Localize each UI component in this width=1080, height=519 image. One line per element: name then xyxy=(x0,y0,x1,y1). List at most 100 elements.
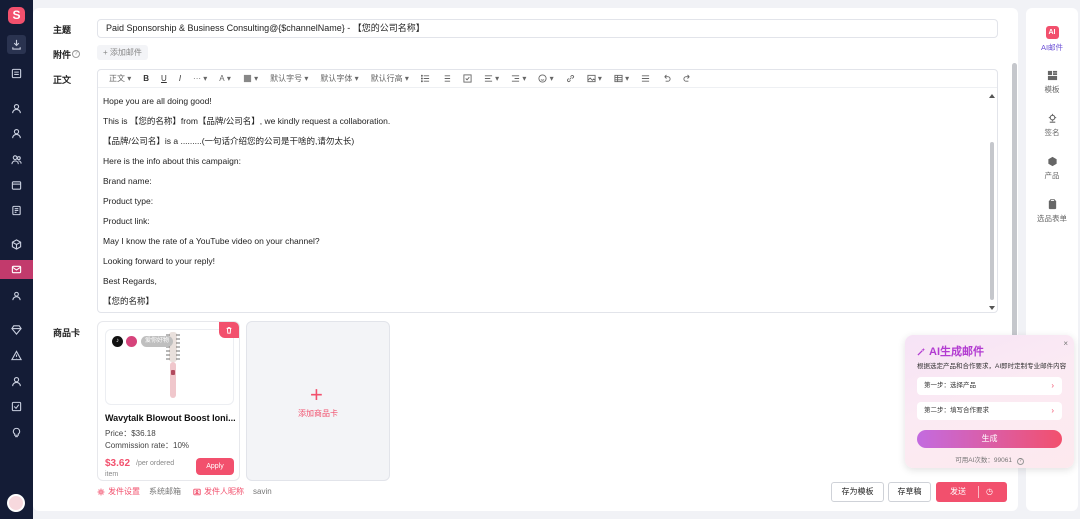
ai-popup-title: AI生成邮件 xyxy=(917,343,984,359)
add-product-card[interactable]: + 添加商品卡 xyxy=(246,321,390,481)
box-icon[interactable] xyxy=(7,235,26,254)
form-icon xyxy=(1046,198,1058,210)
check-icon[interactable] xyxy=(7,397,26,416)
bulb-icon[interactable] xyxy=(7,423,26,442)
diamond-icon[interactable] xyxy=(7,320,26,339)
send-options: 发件设置 系统邮箱 发件人昵称 savin xyxy=(97,486,272,497)
sender-name-value: savin xyxy=(253,487,272,496)
italic-button[interactable]: I xyxy=(176,72,184,86)
sender-nickname-link[interactable]: 发件人昵称 xyxy=(193,486,244,497)
font-family-select[interactable]: 默认字体 ▾ xyxy=(317,72,361,86)
bold-button[interactable]: B xyxy=(140,72,152,86)
line-height-select[interactable]: 默认行高 ▾ xyxy=(368,72,412,86)
body-line: Looking forward to your reply! xyxy=(103,256,215,266)
numbered-list-icon[interactable] xyxy=(439,72,454,86)
product-commission-amount: $3.62 xyxy=(105,458,131,469)
instagram-icon xyxy=(126,336,137,347)
product-icon xyxy=(1046,155,1058,167)
ai-quota-text: 可用AI次数：99061 xyxy=(955,457,1012,464)
book-icon[interactable] xyxy=(7,201,26,220)
download-icon[interactable] xyxy=(7,35,26,54)
scroll-up-arrow[interactable] xyxy=(989,94,995,98)
user-icon[interactable] xyxy=(7,99,26,118)
page-scrollbar[interactable] xyxy=(1012,63,1017,353)
divider-icon[interactable] xyxy=(638,72,653,86)
schedule-send-icon[interactable]: ◷ xyxy=(986,482,993,502)
body-line: Product type: xyxy=(103,196,154,206)
user-icon[interactable] xyxy=(7,124,26,143)
paragraph-label: 正文 xyxy=(109,74,125,83)
app-logo[interactable]: S xyxy=(8,7,25,24)
plus-icon: + xyxy=(310,382,323,407)
window-icon[interactable] xyxy=(7,176,26,195)
product-commission: Commission rate：10% xyxy=(105,441,190,450)
link-icon[interactable] xyxy=(563,72,578,86)
signature-tool[interactable]: 签名 xyxy=(1026,112,1078,138)
selection-form-label: 选品表单 xyxy=(1037,214,1067,223)
font-family-label: 默认字体 xyxy=(320,74,353,83)
todo-list-icon[interactable] xyxy=(460,72,475,86)
emoji-icon[interactable]: ▾ xyxy=(535,72,556,86)
ai-popup-description: 根据选定产品和合作要求，AI即时定制专业邮件内容 xyxy=(917,363,1067,370)
bg-color-icon xyxy=(243,74,251,83)
underline-button[interactable]: U xyxy=(158,72,170,86)
more-button[interactable]: ··· ▾ xyxy=(190,72,210,86)
font-color-button[interactable]: A ▾ xyxy=(216,72,234,86)
ai-icon: AI xyxy=(1045,26,1059,39)
selection-form-tool[interactable]: 选品表单 xyxy=(1026,198,1078,224)
alert-icon[interactable] xyxy=(7,346,26,365)
bullet-list-icon[interactable] xyxy=(418,72,433,86)
editor-content[interactable]: Hope you are all doing good! This is 【您的… xyxy=(103,94,983,312)
subject-input[interactable]: Paid Sponsorship & Business Consulting@{… xyxy=(97,19,998,38)
system-mailbox-value: 系统邮箱 xyxy=(149,487,181,496)
save-draft-button[interactable]: 存草稿 xyxy=(888,482,931,502)
template-tool[interactable]: 模板 xyxy=(1026,69,1078,95)
body-line: This is 【您的名称】from【品牌/公司名】, we kindly re… xyxy=(103,116,391,126)
save-template-button[interactable]: 存为模板 xyxy=(831,482,884,502)
generate-button[interactable]: 生成 xyxy=(917,430,1062,448)
product-card: ♪ 爱你好物 Wavytalk Blowout Boost Ioni... Pr… xyxy=(97,321,240,481)
indent-icon[interactable]: ▾ xyxy=(508,72,529,86)
users-icon[interactable] xyxy=(7,150,26,169)
line-height-label: 默认行高 xyxy=(370,74,403,83)
image-icon[interactable]: ▾ xyxy=(584,72,605,86)
body-label: 正文 xyxy=(53,75,72,85)
help-icon[interactable]: ? xyxy=(72,50,80,58)
product-image: ♪ 爱你好物 xyxy=(105,329,234,405)
list-icon[interactable] xyxy=(7,64,26,83)
body-line: Hope you are all doing good! xyxy=(103,96,212,106)
product-tag: 爱你好物 xyxy=(141,336,174,347)
rich-text-editor[interactable]: 正文 ▾ B U I ··· ▾ A ▾ ▾ 默认字号 ▾ 默认字体 ▾ 默认行… xyxy=(97,69,998,313)
background-color-button[interactable]: ▾ xyxy=(240,72,261,86)
ai-email-tool[interactable]: AI AI邮件 xyxy=(1026,26,1078,53)
undo-icon[interactable] xyxy=(659,72,674,86)
email-compose-panel: 主题 Paid Sponsorship & Business Consultin… xyxy=(33,8,1018,511)
table-icon[interactable]: ▾ xyxy=(611,72,632,86)
chevron-right-icon: › xyxy=(1051,381,1054,390)
template-icon xyxy=(1046,69,1058,81)
send-button[interactable]: 发送 ◷ xyxy=(936,482,1007,502)
editor-toolbar: 正文 ▾ B U I ··· ▾ A ▾ ▾ 默认字号 ▾ 默认字体 ▾ 默认行… xyxy=(98,70,997,88)
font-size-select[interactable]: 默认字号 ▾ xyxy=(267,72,311,86)
mail-icon[interactable] xyxy=(0,260,33,279)
help-icon[interactable]: ? xyxy=(1016,458,1024,465)
redo-icon[interactable] xyxy=(680,72,695,86)
select-product-step[interactable]: 第一步：选择产品 › xyxy=(917,377,1062,395)
editor-scrollbar[interactable] xyxy=(990,142,994,300)
person-icon[interactable] xyxy=(7,372,26,391)
user-avatar[interactable] xyxy=(7,494,25,512)
people-icon[interactable] xyxy=(7,287,26,306)
add-attachment-button[interactable]: + 添加邮件 xyxy=(97,45,148,60)
product-tool[interactable]: 产品 xyxy=(1026,155,1078,181)
align-icon[interactable]: ▾ xyxy=(481,72,502,86)
cooperation-requirement-step[interactable]: 第二步：填写合作要求 › xyxy=(917,402,1062,420)
body-line: May I know the rate of a YouTube video o… xyxy=(103,236,320,246)
send-settings-link[interactable]: 发件设置 xyxy=(97,486,140,497)
font-color-label: A xyxy=(219,74,225,83)
apply-button[interactable]: Apply xyxy=(196,458,234,475)
delete-product-button[interactable] xyxy=(219,322,239,338)
paragraph-select[interactable]: 正文 ▾ xyxy=(106,72,134,86)
scroll-down-arrow[interactable] xyxy=(989,306,995,310)
body-line: Here is the info about this campaign: xyxy=(103,156,241,166)
close-icon[interactable]: × xyxy=(1063,339,1068,348)
